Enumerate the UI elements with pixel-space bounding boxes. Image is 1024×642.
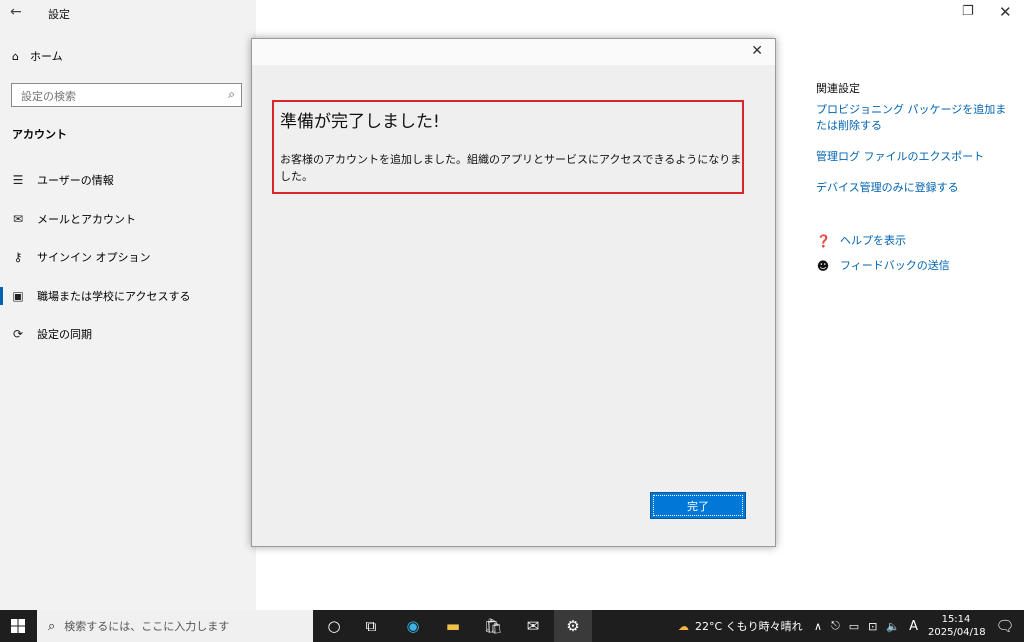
taskbar-search-placeholder: 検索するには、ここに入力します (64, 620, 230, 633)
store-icon[interactable]: 🛍 (474, 610, 512, 642)
section-title: アカウント (12, 128, 67, 141)
help-link[interactable]: ❓ ヘルプを表示 (816, 233, 1016, 249)
link-device-management-only[interactable]: デバイス管理のみに登録する (816, 180, 1016, 196)
sidebar-item-sync[interactable]: ⟳ 設定の同期 (0, 321, 256, 347)
battery-icon[interactable]: ▭ (849, 620, 859, 633)
volume-icon[interactable]: 🔈 (886, 620, 900, 633)
sidebar-item-label: 設定の同期 (37, 328, 92, 341)
weather-text: 22°C くもり時々晴れ (695, 620, 803, 633)
dialog-close-icon[interactable]: ✕ (751, 43, 763, 59)
windows-logo-icon (11, 619, 25, 633)
user-info-icon: ☰ (12, 173, 24, 187)
chevron-up-icon[interactable]: ∧ (814, 620, 822, 633)
home-icon: ⌂ (12, 49, 19, 63)
settings-search-input[interactable] (19, 85, 223, 107)
weather-icon: ☁ (678, 619, 689, 633)
start-button[interactable] (0, 610, 36, 642)
cortana-icon[interactable]: ○ (315, 610, 353, 642)
clock-time: 15:14 (941, 614, 971, 625)
feedback-link[interactable]: ☻ フィードバックの送信 (816, 258, 1016, 274)
task-view-icon[interactable]: ⧉ (352, 610, 390, 642)
clock-date: 2025/04/18 (928, 627, 986, 638)
sidebar-item-label: 職場または学校にアクセスする (37, 290, 191, 303)
related-settings-title: 関連設定 (816, 82, 860, 95)
link-provisioning-package[interactable]: プロビジョニング パッケージを追加または削除する (816, 102, 1016, 134)
window-title: 設定 (48, 8, 70, 21)
network-icon[interactable]: ⊡ (868, 620, 877, 633)
title-bar: ← 設定 ❐ ✕ (0, 0, 1024, 28)
sidebar-item-mail-accounts[interactable]: ✉ メールとアカウント (0, 206, 256, 232)
feedback-icon: ☻ (816, 259, 830, 273)
sidebar-item-user-info[interactable]: ☰ ユーザーの情報 (0, 167, 256, 193)
sidebar: ⌂ ホーム ⌕ アカウント ☰ ユーザーの情報 ✉ メールとアカウント ⚷ サイ… (0, 0, 256, 610)
sidebar-item-sign-in-options[interactable]: ⚷ サインイン オプション (0, 244, 256, 270)
dialog-message: お客様のアカウントを追加しました。組織のアプリとサービスにアクセスできるようにな… (280, 153, 742, 183)
ime-indicator[interactable]: A (909, 619, 918, 634)
settings-search[interactable]: ⌕ (11, 83, 242, 107)
nav-home[interactable]: ⌂ ホーム (12, 48, 63, 64)
mail-icon: ✉ (12, 212, 24, 226)
taskbar-search[interactable]: ⌕ 検索するには、ここに入力します (37, 610, 313, 642)
help-icon: ❓ (816, 234, 831, 248)
link-export-logs[interactable]: 管理ログ ファイルのエクスポート (816, 149, 1016, 165)
search-icon: ⌕ (228, 87, 235, 101)
sidebar-item-label: メールとアカウント (37, 213, 136, 226)
close-icon[interactable]: ✕ (999, 3, 1012, 21)
restore-icon[interactable]: ❐ (962, 4, 974, 19)
help-label[interactable]: ヘルプを表示 (840, 233, 906, 249)
sidebar-item-label: ユーザーの情報 (37, 174, 114, 187)
meet-now-icon[interactable]: ⎋ (831, 619, 840, 633)
key-icon: ⚷ (13, 250, 23, 264)
done-button[interactable]: 完了 (650, 492, 746, 519)
edge-icon[interactable]: ◉ (394, 610, 432, 642)
sidebar-item-label: サインイン オプション (37, 251, 151, 264)
settings-icon[interactable]: ⚙ (554, 610, 592, 642)
feedback-label[interactable]: フィードバックの送信 (840, 258, 950, 274)
sync-icon: ⟳ (12, 327, 24, 341)
dialog-heading: 準備が完了しました! (280, 112, 440, 132)
search-icon: ⌕ (48, 618, 56, 634)
sidebar-item-work-school[interactable]: ▣ 職場または学校にアクセスする (0, 283, 256, 309)
clock[interactable]: 15:14 2025/04/18 (928, 613, 986, 639)
related-settings: 関連設定 プロビジョニング パッケージを追加または削除する 管理ログ ファイルの… (816, 80, 1016, 273)
notification-icon[interactable]: 🗨 (986, 610, 1024, 642)
tray-icons: ∧ ⎋ ▭ ⊡ 🔈 A (814, 610, 918, 642)
mail-icon[interactable]: ✉ (514, 610, 552, 642)
taskbar: ⌕ 検索するには、ここに入力します ○ ⧉ ◉ ▬ 🛍 ✉ ⚙ ☁ 22°C く… (0, 610, 1024, 642)
nav-home-label: ホーム (29, 50, 63, 63)
setup-complete-dialog: ✕ 準備が完了しました! お客様のアカウントを追加しました。組織のアプリとサービ… (251, 38, 776, 547)
arrow-left-icon[interactable]: ← (10, 4, 22, 20)
file-explorer-icon[interactable]: ▬ (434, 610, 472, 642)
weather-widget[interactable]: ☁ 22°C くもり時々晴れ (678, 610, 803, 642)
briefcase-icon: ▣ (12, 289, 24, 303)
dialog-title-bar (252, 39, 775, 65)
